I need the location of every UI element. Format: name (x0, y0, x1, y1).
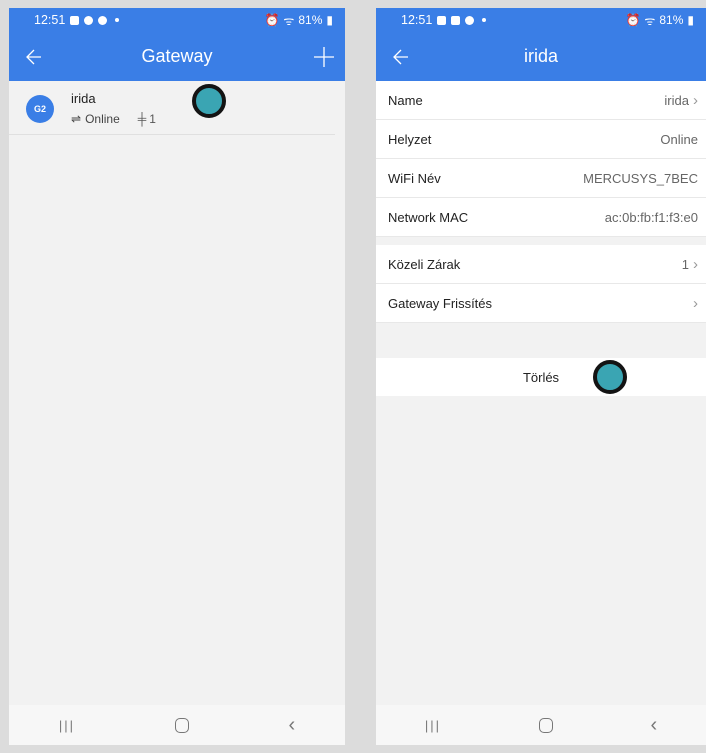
recent-apps-icon[interactable]: ||| (59, 718, 75, 733)
wifi-signal-icon: ᯤ (644, 13, 656, 28)
battery-level: 81% (298, 13, 323, 27)
phone-screen-gateway-detail: 12:51 ⏰ ᯤ 81% ▮ irida Name irida › Helyz… (376, 8, 706, 745)
chevron-right-icon: › (693, 255, 698, 273)
back-arrow-icon[interactable] (386, 42, 416, 72)
chevron-right-icon: › (693, 91, 698, 109)
row-label: Network MAC (388, 209, 469, 225)
more-notifications-icon (115, 18, 120, 22)
section-divider (376, 237, 706, 245)
gateway-update-row[interactable]: Gateway Frissítés › (376, 284, 706, 323)
status-bar: 12:51 ⏰ ᯤ 81% ▮ (9, 8, 345, 32)
android-nav-bar: ||| ‹ (376, 705, 706, 745)
header: 12:51 ⏰ ᯤ 81% ▮ irida (376, 8, 706, 81)
row-value: MERCUSYS_7BEC (583, 170, 698, 186)
messenger-notification-icon (465, 15, 475, 25)
row-label: Gateway Frissítés (388, 295, 493, 311)
gateway-avatar: G2 (26, 95, 54, 123)
nav-back-icon[interactable]: ‹ (288, 714, 295, 737)
messenger-notification-icon (84, 15, 94, 25)
gateway-status: ⇌ Online ╪ 1 (71, 112, 156, 126)
gateway-status-text: Online (85, 112, 120, 126)
row-label: Helyzet (388, 131, 432, 147)
alarm-icon: ⏰ (625, 13, 641, 27)
nav-back-icon[interactable]: ‹ (650, 714, 657, 737)
gallery-notification-icon (70, 15, 80, 25)
lock-count: ╪ 1 (138, 112, 156, 126)
header: 12:51 ⏰ ᯤ 81% ▮ Gateway (9, 8, 345, 81)
back-arrow-icon[interactable] (19, 42, 49, 72)
network-mac-row: Network MAC ac:0b:fb:f1:f3:e0 (376, 198, 706, 237)
recent-apps-icon[interactable]: ||| (425, 718, 441, 733)
gateway-actions-list: Közeli Zárak 1 › Gateway Frissítés › (376, 245, 706, 323)
battery-level: 81% (659, 13, 684, 27)
row-value: Online (660, 131, 698, 147)
alarm-icon: ⏰ (264, 13, 280, 27)
battery-icon: ▮ (687, 13, 694, 27)
status-time: 12:51 (34, 13, 66, 27)
connection-arrows-icon: ⇌ (71, 112, 82, 126)
status-row: Helyzet Online (376, 120, 706, 159)
tap-marker (192, 84, 226, 118)
gallery-notification-icon (451, 15, 461, 25)
notification-icon (437, 15, 447, 25)
wifi-name-row: WiFi Név MERCUSYS_7BEC (376, 159, 706, 198)
row-label: Közeli Zárak (388, 256, 461, 272)
home-icon[interactable] (538, 717, 553, 733)
chevron-right-icon: › (693, 294, 698, 312)
add-gateway-plus-icon[interactable] (309, 42, 339, 72)
gateway-list-item[interactable]: G2 irida ⇌ Online ╪ 1 (9, 81, 335, 135)
home-icon[interactable] (174, 717, 189, 733)
row-value: ac:0b:fb:f1:f3:e0 (604, 209, 698, 225)
battery-icon: ▮ (326, 13, 333, 27)
lock-icon: ╪ (137, 112, 147, 126)
delete-button[interactable]: Törlés (376, 358, 706, 396)
gateway-avatar-label: G2 (33, 104, 46, 114)
gateway-name: irida (71, 91, 96, 106)
more-notifications-icon (482, 18, 487, 22)
tap-marker (593, 360, 627, 394)
name-row[interactable]: Name irida › (376, 81, 706, 120)
page-title: Gateway (141, 46, 213, 66)
wifi-signal-icon: ᯤ (283, 13, 295, 28)
status-bar: 12:51 ⏰ ᯤ 81% ▮ (376, 8, 706, 32)
messenger-notification-icon-2 (98, 15, 108, 25)
phone-screen-gateway-list: 12:51 ⏰ ᯤ 81% ▮ Gateway G2 irida ⇌ Onlin… (9, 8, 345, 745)
row-value: irida (664, 92, 689, 108)
lock-count-value: 1 (149, 112, 156, 126)
row-value: 1 (681, 256, 689, 272)
row-label: WiFi Név (388, 170, 441, 186)
page-title: irida (523, 46, 558, 66)
android-nav-bar: ||| ‹ (9, 705, 345, 745)
gateway-info-list: Name irida › Helyzet Online WiFi Név MERC… (376, 81, 706, 237)
delete-label: Törlés (522, 369, 560, 385)
section-divider (376, 323, 706, 358)
status-time: 12:51 (401, 13, 433, 27)
nearby-locks-row[interactable]: Közeli Zárak 1 › (376, 245, 706, 284)
row-label: Name (388, 92, 423, 108)
